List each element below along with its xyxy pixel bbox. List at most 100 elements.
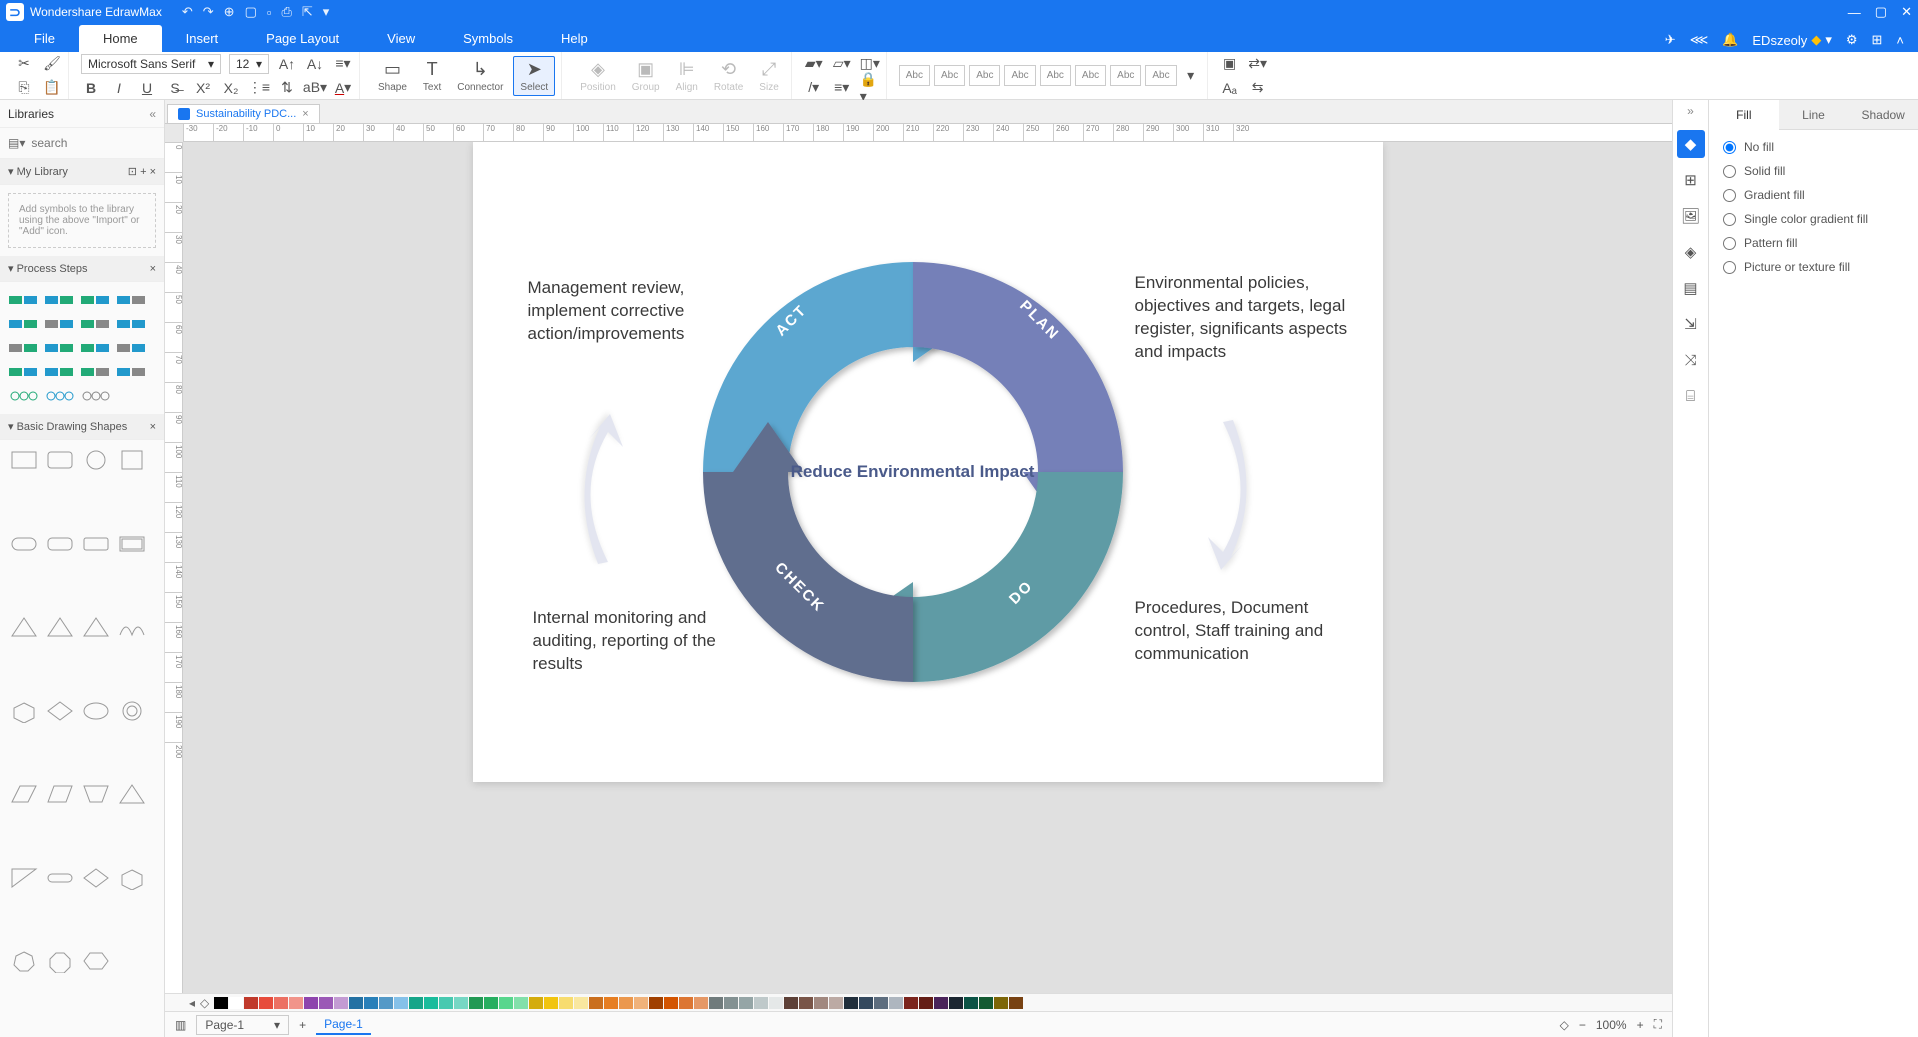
redo-icon[interactable]: ↷: [203, 4, 214, 20]
add-page-icon[interactable]: +: [299, 1018, 306, 1032]
mylibrary-header[interactable]: ▾ My Library ⊡ + ×: [0, 159, 164, 185]
color-swatch[interactable]: [439, 997, 453, 1009]
basic-shape-thumb[interactable]: [116, 782, 148, 806]
page-list-icon[interactable]: ▥: [175, 1018, 186, 1032]
color-swatch[interactable]: [529, 997, 543, 1009]
format-painter-icon[interactable]: 🖌: [42, 54, 62, 74]
replace-icon[interactable]: ⇆: [1248, 78, 1268, 98]
style-more-icon[interactable]: ▾: [1181, 66, 1201, 86]
menu-home[interactable]: Home: [79, 25, 162, 52]
swap-icon[interactable]: ⇄▾: [1248, 54, 1268, 74]
color-swatch[interactable]: [994, 997, 1008, 1009]
notification-icon[interactable]: 🔔: [1722, 32, 1738, 48]
text-tool[interactable]: TText: [417, 57, 447, 95]
basic-shape-thumb[interactable]: [80, 866, 112, 890]
color-swatch[interactable]: [229, 997, 243, 1009]
basic-shape-thumb[interactable]: [80, 532, 112, 556]
bold-icon[interactable]: B: [81, 78, 101, 98]
process-shape-thumb[interactable]: [80, 362, 112, 382]
fill-opt-picture[interactable]: Picture or texture fill: [1723, 260, 1904, 274]
collapse-libraries-icon[interactable]: «: [149, 107, 156, 121]
process-shape-thumb[interactable]: [8, 386, 40, 406]
fit-page-icon[interactable]: ⛶: [1654, 1017, 1662, 1032]
basic-shape-thumb[interactable]: [44, 949, 76, 973]
color-swatch[interactable]: [934, 997, 948, 1009]
color-swatch[interactable]: [349, 997, 363, 1009]
share-icon[interactable]: ⋘: [1690, 32, 1709, 48]
style-preset-1[interactable]: Abc: [899, 65, 930, 86]
page[interactable]: Reduce Environmental Impact ACT PLAN DO …: [473, 142, 1383, 782]
color-swatch[interactable]: [334, 997, 348, 1009]
save-icon[interactable]: ▫: [267, 5, 272, 20]
canvas-scroll[interactable]: Reduce Environmental Impact ACT PLAN DO …: [183, 142, 1672, 993]
menu-view[interactable]: View: [363, 25, 439, 52]
process-shape-thumb[interactable]: [80, 386, 112, 406]
close-section-icon[interactable]: ×: [150, 166, 156, 178]
basic-shape-thumb[interactable]: [116, 448, 148, 472]
process-shape-thumb[interactable]: [116, 338, 148, 358]
image-panel-icon[interactable]: 🖼: [1677, 202, 1705, 230]
send-icon[interactable]: ✈: [1665, 32, 1676, 48]
menu-insert[interactable]: Insert: [162, 25, 243, 52]
close-tab-icon[interactable]: ×: [302, 108, 308, 120]
color-swatch[interactable]: [634, 997, 648, 1009]
color-swatch[interactable]: [304, 997, 318, 1009]
color-swatch[interactable]: [769, 997, 783, 1009]
align-menu-icon[interactable]: ≡▾: [333, 54, 353, 74]
font-color-icon[interactable]: A▾: [333, 78, 353, 98]
basic-shape-thumb[interactable]: [44, 866, 76, 890]
color-swatch[interactable]: [274, 997, 288, 1009]
color-swatch[interactable]: [514, 997, 528, 1009]
font-size-select[interactable]: 12▾: [229, 54, 269, 74]
basic-shapes-header[interactable]: ▾ Basic Drawing Shapes ×: [0, 414, 164, 440]
zoom-in-icon[interactable]: +: [1637, 1018, 1644, 1032]
layers-panel-icon[interactable]: ◈: [1677, 238, 1705, 266]
process-shape-thumb[interactable]: [80, 314, 112, 334]
color-swatch[interactable]: [364, 997, 378, 1009]
close-section-icon[interactable]: ×: [150, 421, 156, 433]
basic-shape-thumb[interactable]: [44, 782, 76, 806]
grid-icon[interactable]: ⊞: [1872, 32, 1883, 48]
position-tool[interactable]: ◈Position: [574, 57, 622, 95]
color-swatch[interactable]: [799, 997, 813, 1009]
color-swatch[interactable]: [499, 997, 513, 1009]
shadow-tab[interactable]: Shadow: [1848, 100, 1918, 130]
maximize-icon[interactable]: ▢: [1875, 4, 1887, 20]
line-style-icon[interactable]: /▾: [804, 78, 824, 98]
color-swatch[interactable]: [454, 997, 468, 1009]
process-shape-thumb[interactable]: [80, 290, 112, 310]
color-swatch[interactable]: [214, 997, 228, 1009]
color-swatch[interactable]: [649, 997, 663, 1009]
shape-tool[interactable]: ▭Shape: [372, 57, 413, 95]
color-swatch[interactable]: [979, 997, 993, 1009]
color-swatch[interactable]: [259, 997, 273, 1009]
bullet-list-icon[interactable]: ⋮≡: [249, 78, 269, 98]
process-shape-thumb[interactable]: [8, 362, 40, 382]
fill-opt-single-gradient[interactable]: Single color gradient fill: [1723, 212, 1904, 226]
same-size-icon[interactable]: ▣: [1220, 54, 1240, 74]
basic-shape-thumb[interactable]: [44, 532, 76, 556]
color-swatch[interactable]: [574, 997, 588, 1009]
page-select[interactable]: Page-1▾: [196, 1015, 289, 1035]
process-shape-thumb[interactable]: [44, 362, 76, 382]
fill-panel-icon[interactable]: ◆: [1677, 130, 1705, 158]
menu-file[interactable]: File: [10, 25, 79, 52]
swatch-nofill-icon[interactable]: ◇: [200, 996, 209, 1010]
add-icon[interactable]: +: [140, 166, 146, 178]
align-tool[interactable]: ⊫Align: [670, 57, 704, 95]
color-swatch[interactable]: [784, 997, 798, 1009]
process-steps-header[interactable]: ▾ Process Steps ×: [0, 256, 164, 282]
color-swatch[interactable]: [874, 997, 888, 1009]
color-swatch[interactable]: [889, 997, 903, 1009]
color-swatch[interactable]: [664, 997, 678, 1009]
color-swatch[interactable]: [814, 997, 828, 1009]
copy-icon[interactable]: ⎘: [14, 78, 34, 98]
undo-icon[interactable]: ↶: [182, 4, 193, 20]
italic-icon[interactable]: I: [109, 78, 129, 98]
basic-shape-thumb[interactable]: [44, 699, 76, 723]
collapse-ribbon-icon[interactable]: ˄: [1896, 33, 1904, 48]
qat-more-icon[interactable]: ▾: [323, 4, 330, 20]
basic-shape-thumb[interactable]: [8, 699, 40, 723]
line-color-icon[interactable]: ▱▾: [832, 54, 852, 74]
process-shape-thumb[interactable]: [44, 314, 76, 334]
